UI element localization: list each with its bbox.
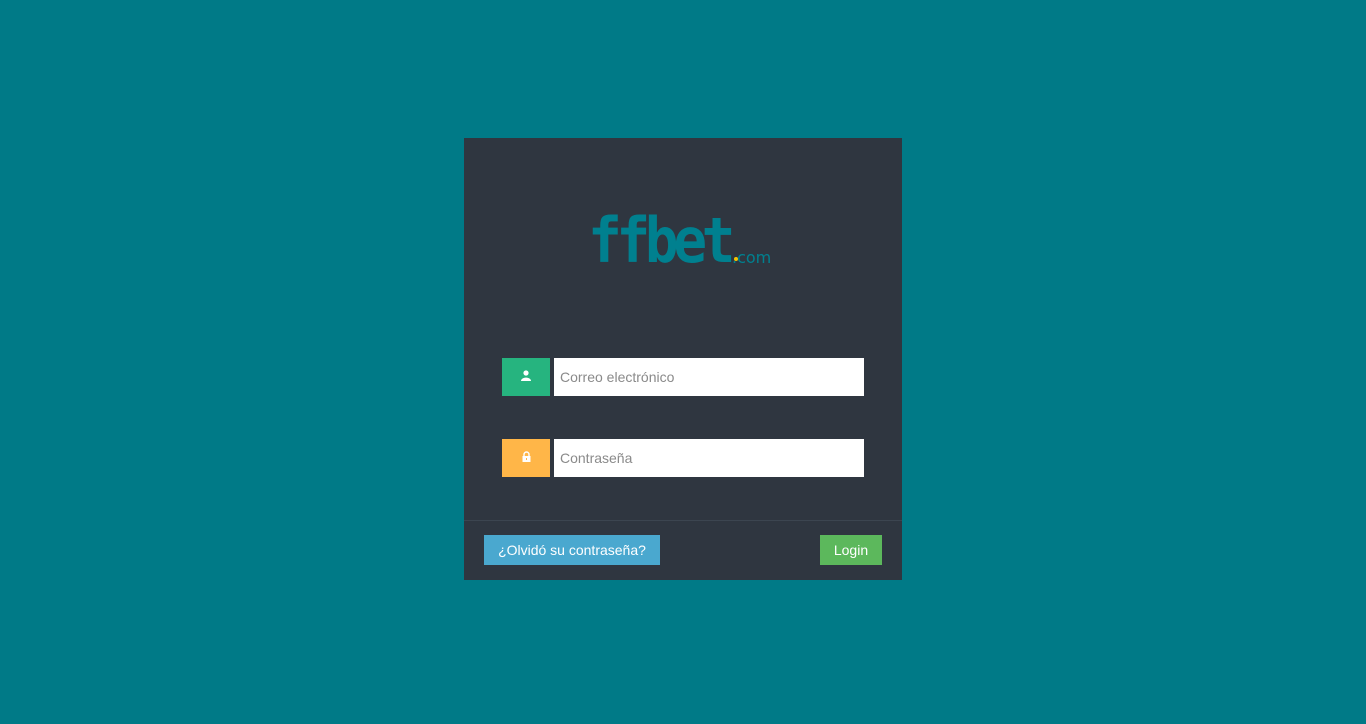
password-row (502, 439, 864, 477)
logo-suffix-text: .com (732, 248, 771, 267)
password-input[interactable] (554, 439, 864, 477)
form-divider (464, 520, 902, 521)
email-row (502, 358, 864, 396)
user-icon (521, 368, 531, 386)
forgot-password-button[interactable]: ¿Olvidó su contraseña? (484, 535, 660, 565)
lock-icon (522, 449, 531, 467)
email-addon (502, 358, 550, 396)
email-input[interactable] (554, 358, 864, 396)
login-button[interactable]: Login (820, 535, 882, 565)
ffbet-logo: ffbet .com (588, 208, 788, 268)
login-card: ffbet .com Correo electrónico ¿Olvidó su… (464, 138, 902, 580)
login-page: ffbet .com Correo electrónico ¿Olvidó su… (0, 0, 1366, 724)
logo-main-text: ffbet (588, 208, 732, 268)
password-addon (502, 439, 550, 477)
